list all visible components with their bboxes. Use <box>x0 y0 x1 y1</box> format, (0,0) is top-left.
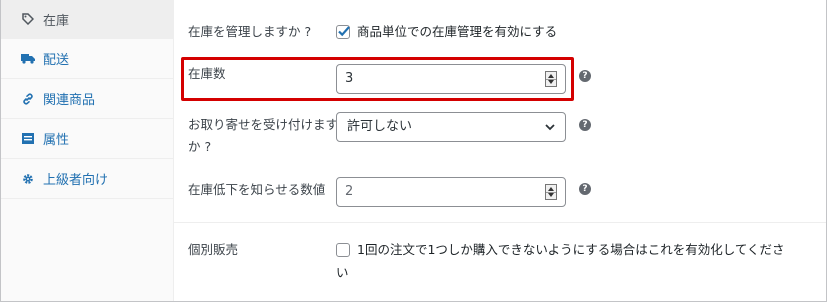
list-icon <box>21 132 35 146</box>
tab-shipping[interactable]: 配送 <box>1 39 173 79</box>
tab-linked-products[interactable]: 関連商品 <box>1 79 173 119</box>
backorders-label-line1: お取り寄せを受け付けます <box>188 117 339 132</box>
tab-inventory[interactable]: 在庫 <box>1 0 173 39</box>
manage-stock-checkbox-label: 商品単位での在庫管理を有効にする <box>357 24 558 39</box>
help-icon[interactable]: ? <box>579 70 591 82</box>
truck-icon <box>21 52 35 66</box>
low-stock-threshold-value: 2 <box>345 184 354 199</box>
product-data-panel: 在庫 配送 関連商品 属性 上級者向け 在庫を管理しますか ? 商品単位での在庫… <box>0 0 827 302</box>
chevron-down-icon <box>545 124 555 131</box>
backorders-selected-value: 許可しない <box>347 119 413 134</box>
section-divider <box>174 222 826 223</box>
link-icon <box>21 92 35 106</box>
help-icon[interactable]: ? <box>579 119 591 131</box>
low-stock-spinner[interactable] <box>545 184 557 200</box>
tab-label: 上級者向け <box>43 173 109 188</box>
gear-icon <box>21 172 35 186</box>
tab-label: 関連商品 <box>43 93 96 108</box>
checkmark-icon <box>338 26 350 37</box>
manage-stock-label: 在庫を管理しますか ? <box>188 24 312 39</box>
sold-individually-checkbox[interactable] <box>336 243 350 257</box>
tab-label: 属性 <box>43 133 70 148</box>
highlight-box <box>181 57 574 101</box>
tab-label: 配送 <box>43 53 70 68</box>
backorders-select[interactable]: 許可しない <box>336 112 566 142</box>
tab-attributes[interactable]: 属性 <box>1 119 173 159</box>
manage-stock-checkbox[interactable] <box>336 25 350 39</box>
tab-advanced[interactable]: 上級者向け <box>1 159 173 199</box>
low-stock-threshold-input[interactable]: 2 <box>336 177 566 207</box>
help-icon[interactable]: ? <box>579 183 591 195</box>
low-stock-label: 在庫低下を知らせる数値 <box>188 182 326 197</box>
sold-individually-checkbox-label-line2: い <box>336 265 349 280</box>
tag-icon <box>21 12 35 26</box>
sold-individually-label: 個別販売 <box>188 242 239 257</box>
inventory-panel: 在庫を管理しますか ? 商品単位での在庫管理を有効にする 在庫数 3 ? お取り… <box>174 0 826 301</box>
tab-label: 在庫 <box>43 13 70 29</box>
backorders-label-line2: か ? <box>188 139 212 154</box>
product-data-tabs: 在庫 配送 関連商品 属性 上級者向け <box>1 0 174 301</box>
sold-individually-checkbox-label-line1: 1回の注文で1つしか購入できないようにする場合はこれを有効化してくださ <box>357 242 785 257</box>
